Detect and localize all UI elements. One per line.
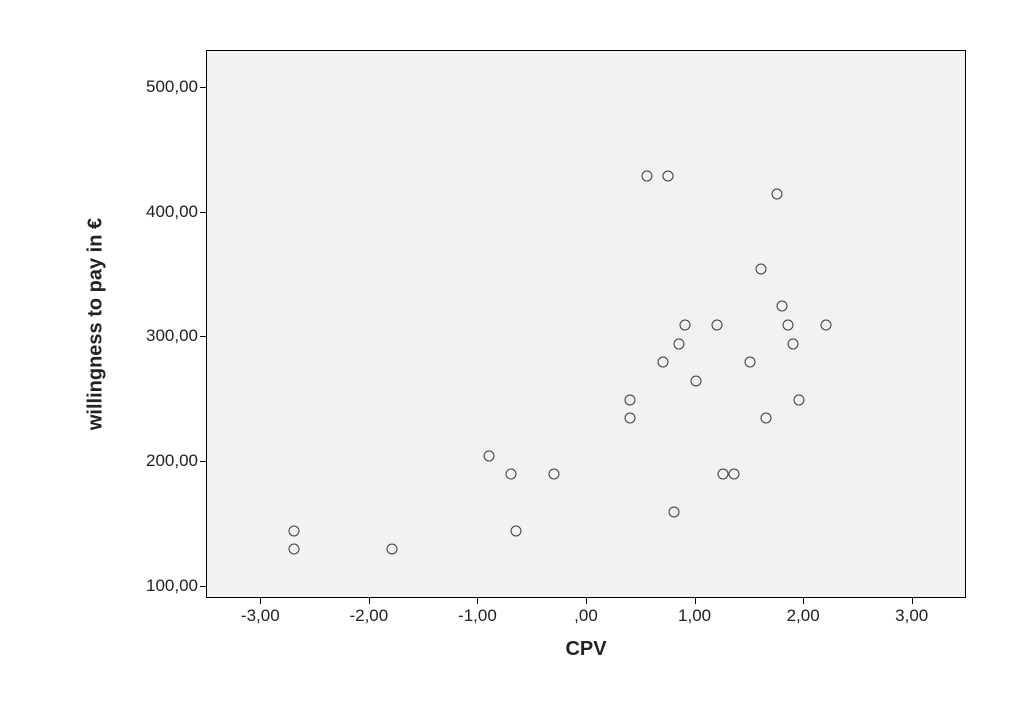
- data-point: [755, 263, 766, 274]
- x-axis-title: CPV: [565, 638, 606, 661]
- data-point: [772, 189, 783, 200]
- data-point: [641, 170, 652, 181]
- y-tick-label: 300,00: [118, 326, 198, 346]
- data-point: [549, 469, 560, 480]
- y-tick-mark: [200, 336, 206, 337]
- data-point: [712, 320, 723, 331]
- y-tick-mark: [200, 461, 206, 462]
- x-tick-label: -3,00: [241, 606, 280, 626]
- data-point: [625, 394, 636, 405]
- x-tick-label: ,00: [574, 606, 598, 626]
- data-point: [288, 544, 299, 555]
- scatter-chart: willingness to pay in € CPV 100,00 200,00…: [36, 14, 996, 694]
- plot-area: [206, 50, 966, 598]
- data-point: [511, 525, 522, 536]
- x-tick-mark: [912, 598, 913, 604]
- data-point: [658, 357, 669, 368]
- data-point: [679, 320, 690, 331]
- y-tick-label: 100,00: [118, 576, 198, 596]
- y-axis-title: willingness to pay in €: [85, 218, 108, 430]
- data-point: [728, 469, 739, 480]
- data-point: [777, 301, 788, 312]
- x-tick-label: 2,00: [787, 606, 820, 626]
- x-tick-mark: [695, 598, 696, 604]
- data-point: [663, 170, 674, 181]
- data-point: [793, 394, 804, 405]
- x-tick-mark: [260, 598, 261, 604]
- data-point: [484, 450, 495, 461]
- x-tick-label: -1,00: [458, 606, 497, 626]
- data-point: [782, 320, 793, 331]
- x-tick-mark: [369, 598, 370, 604]
- data-point: [744, 357, 755, 368]
- data-point: [386, 544, 397, 555]
- data-point: [506, 469, 517, 480]
- y-tick-label: 500,00: [118, 77, 198, 97]
- y-tick-mark: [200, 586, 206, 587]
- data-point: [668, 506, 679, 517]
- data-point: [788, 338, 799, 349]
- data-point: [761, 413, 772, 424]
- data-point: [288, 525, 299, 536]
- data-point: [820, 320, 831, 331]
- x-tick-mark: [803, 598, 804, 604]
- data-point: [690, 376, 701, 387]
- x-tick-mark: [477, 598, 478, 604]
- y-tick-label: 400,00: [118, 202, 198, 222]
- y-tick-mark: [200, 212, 206, 213]
- x-tick-label: -2,00: [349, 606, 388, 626]
- data-point: [674, 338, 685, 349]
- x-tick-label: 1,00: [678, 606, 711, 626]
- y-tick-mark: [200, 87, 206, 88]
- y-tick-label: 200,00: [118, 451, 198, 471]
- data-point: [717, 469, 728, 480]
- x-tick-label: 3,00: [895, 606, 928, 626]
- x-tick-mark: [586, 598, 587, 604]
- data-point: [625, 413, 636, 424]
